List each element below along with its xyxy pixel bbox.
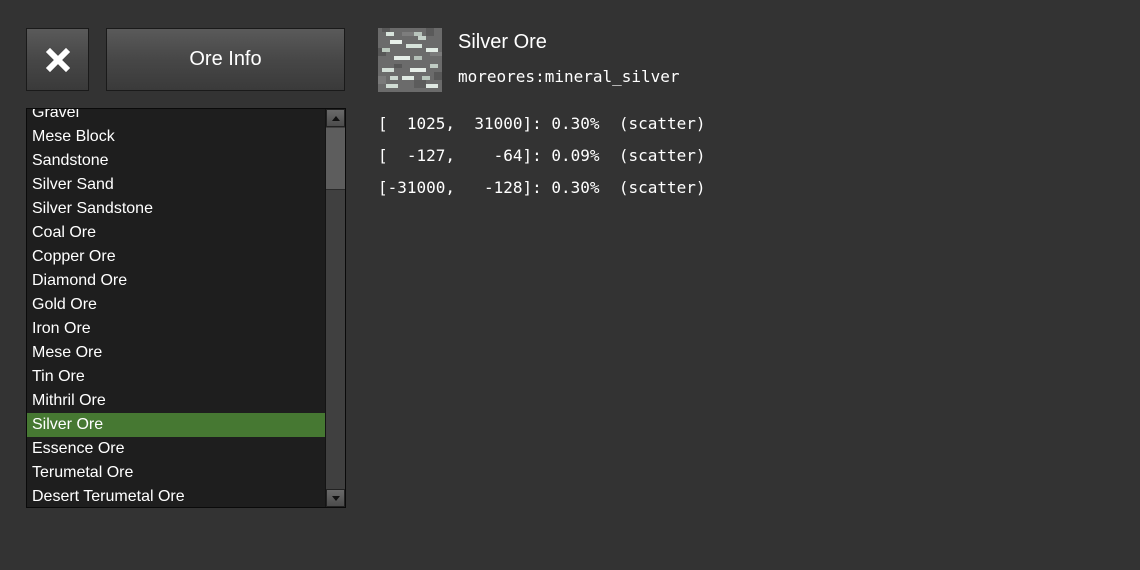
list-item[interactable]: Mese Ore xyxy=(27,341,326,365)
list-item[interactable]: Silver Sand xyxy=(27,173,326,197)
scroll-up-button[interactable] xyxy=(326,109,345,127)
ore-distribution-ranges: [ 1025, 31000]: 0.30% (scatter) [ -127, -… xyxy=(378,114,706,210)
ore-info-button-label: Ore Info xyxy=(189,48,262,70)
silver-ore-texture-icon xyxy=(378,28,442,92)
scrollbar[interactable] xyxy=(325,109,345,507)
list-item[interactable]: Sandstone xyxy=(27,149,326,173)
ore-info-button[interactable]: Ore Info xyxy=(106,28,345,91)
arrow-up-icon xyxy=(331,115,340,121)
scroll-down-button[interactable] xyxy=(326,489,345,507)
close-x-icon xyxy=(45,47,70,72)
list-item[interactable]: Gravel xyxy=(27,109,326,125)
scrollbar-thumb[interactable] xyxy=(326,128,345,190)
list-item[interactable]: Silver Ore xyxy=(27,413,326,437)
list-item[interactable]: Desert Terumetal Ore xyxy=(27,485,326,507)
list-item[interactable]: Silver Sandstone xyxy=(27,197,326,221)
list-item[interactable]: Copper Ore xyxy=(27,245,326,269)
list-item[interactable]: Iron Ore xyxy=(27,317,326,341)
list-item[interactable]: Tin Ore xyxy=(27,365,326,389)
ore-id: moreores:mineral_silver xyxy=(458,67,680,86)
list-item[interactable]: Gold Ore xyxy=(27,293,326,317)
range-line: [-31000, -128]: 0.30% (scatter) xyxy=(378,178,706,197)
list-item[interactable]: Diamond Ore xyxy=(27,269,326,293)
list-item[interactable]: Mese Block xyxy=(27,125,326,149)
ore-list[interactable]: Gravel Mese Block Sandstone Silver Sand Silv… xyxy=(26,108,346,508)
close-button[interactable] xyxy=(26,28,89,91)
ore-name: Silver Ore xyxy=(458,31,547,53)
list-item[interactable]: Mithril Ore xyxy=(27,389,326,413)
ore-list-items: Gravel Mese Block Sandstone Silver Sand Silv… xyxy=(27,109,326,507)
arrow-down-icon xyxy=(331,495,340,501)
range-line: [ 1025, 31000]: 0.30% (scatter) xyxy=(378,114,706,133)
list-item[interactable]: Essence Ore xyxy=(27,437,326,461)
range-line: [ -127, -64]: 0.09% (scatter) xyxy=(378,146,706,165)
list-item[interactable]: Coal Ore xyxy=(27,221,326,245)
list-item[interactable]: Terumetal Ore xyxy=(27,461,326,485)
